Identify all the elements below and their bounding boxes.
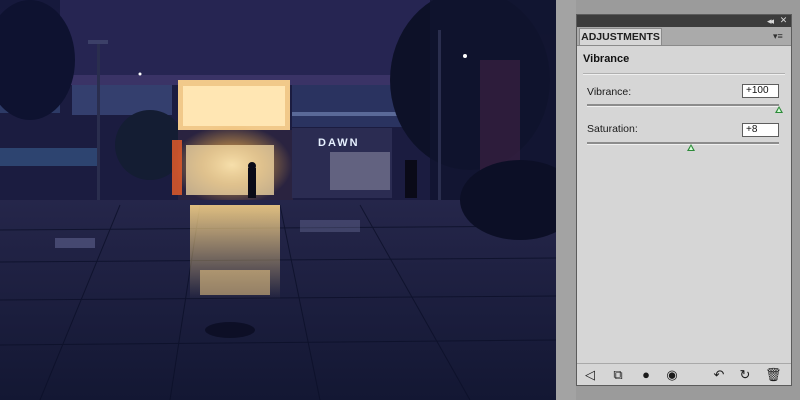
adjustments-panel: ◂◂ ✕ ADJUSTMENTS ▾≡ Vibrance Vibrance: +… bbox=[576, 14, 792, 386]
view-previous-state-icon[interactable]: ↶ bbox=[711, 367, 727, 383]
adjustment-title: Vibrance bbox=[583, 53, 630, 65]
vibrance-slider-thumb[interactable] bbox=[775, 106, 783, 113]
close-icon[interactable]: ✕ bbox=[779, 16, 788, 25]
workspace-gutter bbox=[556, 0, 576, 400]
dawn-sign: DAWN bbox=[318, 137, 360, 149]
visibility-eye-icon[interactable]: ◉ bbox=[664, 367, 680, 383]
delete-trash-icon[interactable]: 🗑 bbox=[765, 367, 782, 383]
saturation-label: Saturation: bbox=[587, 123, 638, 135]
saturation-value-field[interactable]: +8 bbox=[742, 123, 779, 137]
image-canvas[interactable]: DAWN bbox=[0, 0, 556, 400]
panel-menu-icon[interactable]: ▾≡ bbox=[773, 31, 783, 41]
vibrance-value-field[interactable]: +100 bbox=[742, 84, 779, 98]
expand-view-icon[interactable]: ⧉ bbox=[610, 367, 626, 383]
back-arrow-icon[interactable]: ◁ bbox=[582, 367, 598, 383]
saturation-slider-thumb[interactable] bbox=[687, 144, 695, 151]
clip-to-layer-icon[interactable]: ● bbox=[638, 367, 654, 383]
vibrance-slider-track[interactable] bbox=[587, 104, 779, 107]
title-divider bbox=[583, 73, 785, 75]
night-plaza-photo: DAWN bbox=[0, 0, 556, 400]
tab-adjustments[interactable]: ADJUSTMENTS bbox=[579, 28, 662, 45]
saturation-slider-track[interactable] bbox=[587, 142, 779, 145]
panel-tab-strip: ADJUSTMENTS ▾≡ bbox=[577, 27, 791, 46]
panel-title-bar[interactable]: ◂◂ ✕ bbox=[577, 15, 791, 27]
panel-bottom-toolbar: ◁ ⧉ ● ◉ ↶ ↻ 🗑 bbox=[577, 363, 791, 386]
vibrance-label: Vibrance: bbox=[587, 86, 632, 98]
collapse-panel-icon[interactable]: ◂◂ bbox=[767, 16, 774, 26]
reset-icon[interactable]: ↻ bbox=[737, 367, 753, 383]
